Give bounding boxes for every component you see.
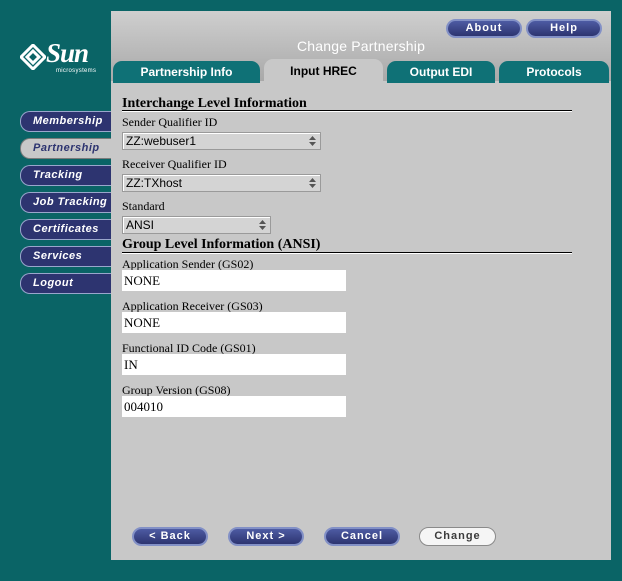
sidebar-item-membership[interactable]: Membership [20,111,112,132]
tab-protocols[interactable]: Protocols [499,61,609,83]
sidebar-item-job-tracking[interactable]: Job Tracking [20,192,112,213]
about-button[interactable]: About [446,19,522,38]
change-button[interactable]: Change [419,527,496,546]
sender-qualifier-value: ZZ:webuser1 [126,134,197,148]
standard-label: Standard [122,199,165,213]
tab-input-hrec[interactable]: Input HREC [264,59,383,83]
brand-name: Sun [46,38,89,68]
next-button[interactable]: Next > [228,527,304,546]
tab-output-edi[interactable]: Output EDI [387,61,495,83]
section-divider [122,252,572,254]
select-arrows-icon [259,220,266,230]
func-id-field[interactable]: IN [122,354,346,375]
sidebar-nav: Membership Partnership Tracking Job Trac… [20,111,112,300]
sender-qualifier-label: Sender Qualifier ID [122,115,218,129]
sidebar-item-services[interactable]: Services [20,246,112,267]
sidebar-item-logout[interactable]: Logout [20,273,112,294]
back-button[interactable]: < Back [132,527,208,546]
select-arrows-icon [309,178,316,188]
group-section-title: Group Level Information (ANSI) [122,237,321,252]
standard-select[interactable]: ANSI [122,216,271,234]
standard-value: ANSI [126,218,155,232]
select-arrows-icon [309,136,316,146]
sender-qualifier-select[interactable]: ZZ:webuser1 [122,132,321,150]
receiver-qualifier-label: Receiver Qualifier ID [122,157,227,171]
help-button[interactable]: Help [526,19,602,38]
receiver-qualifier-select[interactable]: ZZ:TXhost [122,174,321,192]
sun-logo-icon [20,44,46,70]
receiver-qualifier-value: ZZ:TXhost [126,176,183,190]
tab-partnership-info[interactable]: Partnership Info [113,61,260,83]
app-sender-field[interactable]: NONE [122,270,346,291]
sidebar-item-tracking[interactable]: Tracking [20,165,112,186]
main-panel: About Help Change Partnership Partnershi… [111,11,611,560]
brand-tagline: microsystems [56,68,97,74]
cancel-button[interactable]: Cancel [324,527,400,546]
app-receiver-field[interactable]: NONE [122,312,346,333]
sidebar-item-partnership[interactable]: Partnership [20,138,112,159]
sidebar-item-certificates[interactable]: Certificates [20,219,112,240]
group-version-field[interactable]: 004010 [122,396,346,417]
sun-logo: Sun microsystems [20,38,100,80]
page-title: Change Partnership [296,38,426,54]
section-divider [122,110,572,112]
